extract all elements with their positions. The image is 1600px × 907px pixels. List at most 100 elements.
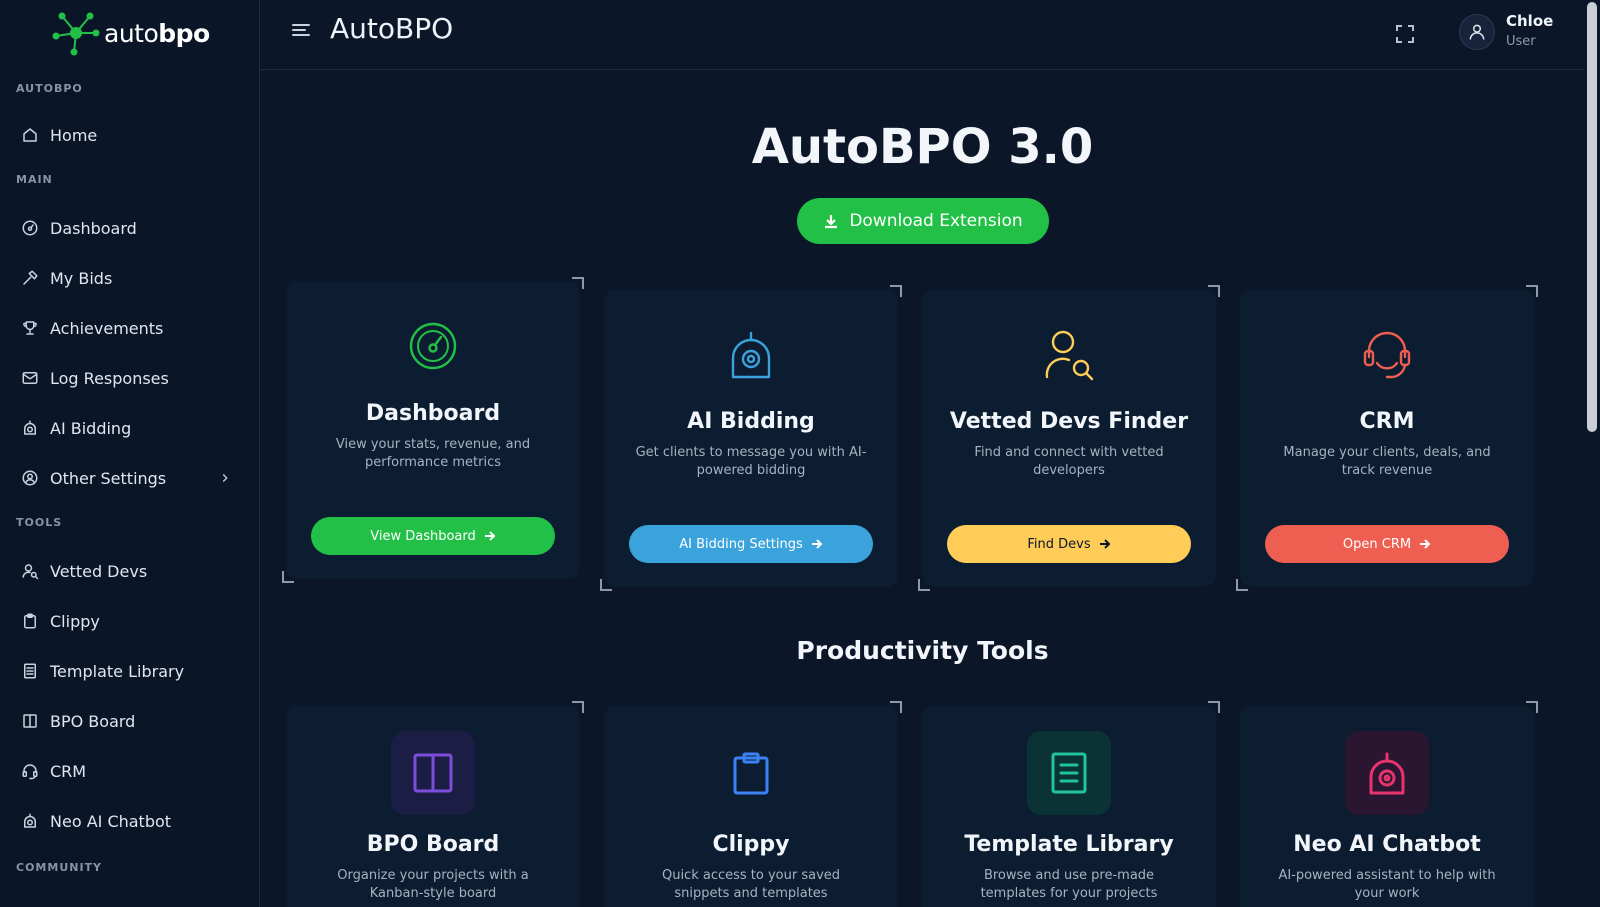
document-icon <box>20 661 40 681</box>
user-search-icon <box>922 327 1216 383</box>
sidebar-item-bpo-board[interactable]: BPO Board <box>8 701 248 741</box>
page-title: AutoBPO <box>330 12 454 45</box>
card-description: Get clients to message you with AI-power… <box>635 445 867 478</box>
card-description: View your stats, revenue, and performanc… <box>335 437 531 470</box>
download-extension-button[interactable]: Download Extension <box>797 198 1049 244</box>
sidebar-item-label: Template Library <box>50 661 185 681</box>
sidebar-item-achievements[interactable]: Achievements <box>8 308 248 348</box>
robot-icon <box>604 327 898 383</box>
card-title: AI Bidding <box>687 409 815 434</box>
columns-icon <box>391 731 475 815</box>
columns-icon <box>20 711 40 731</box>
card-title: CRM <box>1359 409 1415 434</box>
tool-card-bpo-board[interactable]: BPO Board Organize your projects with a … <box>286 701 584 907</box>
mail-check-icon <box>20 368 40 388</box>
network-logo-icon <box>52 12 100 56</box>
section-label-tools: TOOLS <box>16 516 63 529</box>
headset-icon <box>1240 327 1534 383</box>
sidebar-item-dashboard[interactable]: Dashboard <box>8 208 248 248</box>
trophy-icon <box>20 318 40 338</box>
productivity-tools-heading: Productivity Tools <box>796 636 1049 665</box>
sidebar-item-template-library[interactable]: Template Library <box>8 651 248 691</box>
sidebar-item-my-bids[interactable]: My Bids <box>8 258 248 298</box>
hammer-icon <box>20 268 40 288</box>
sidebar-item-crm[interactable]: CRM <box>8 751 248 791</box>
sidebar-item-neo-ai-chatbot[interactable]: Neo AI Chatbot <box>8 801 248 841</box>
clipboard-icon <box>709 731 793 815</box>
feature-card-ai-bidding: AI Bidding Get clients to message you wi… <box>600 285 902 591</box>
home-icon <box>20 125 40 145</box>
card-description: Browse and use pre-made templates for yo… <box>980 868 1158 901</box>
card-title: Vetted Devs Finder <box>949 409 1189 434</box>
clipboard-icon <box>20 611 40 631</box>
hero-title: AutoBPO 3.0 <box>751 119 1094 175</box>
card-title: Neo AI Chatbot <box>1293 832 1481 857</box>
sidebar-item-log-responses[interactable]: Log Responses <box>8 358 248 398</box>
card-title: BPO Board <box>366 832 500 857</box>
headset-icon <box>20 761 40 781</box>
logo-text: autobpo <box>104 18 210 48</box>
sidebar-item-label: Clippy <box>50 611 100 631</box>
brand-logo[interactable]: autobpo <box>50 8 210 58</box>
sidebar-item-ai-bidding[interactable]: AI Bidding <box>8 408 248 448</box>
card-description: Quick access to your saved snippets and … <box>661 868 841 901</box>
tool-card-template-library[interactable]: Template Library Browse and use pre-made… <box>922 701 1220 907</box>
card-description: AI-powered assistant to help with your w… <box>1278 868 1496 901</box>
download-extension-label: Download Extension <box>849 211 1023 231</box>
card-description: Manage your clients, deals, and track re… <box>1283 445 1491 478</box>
scrollbar[interactable] <box>1584 0 1600 907</box>
sidebar-item-label: Vetted Devs <box>50 561 148 581</box>
section-label-main: MAIN <box>16 173 53 186</box>
sidebar-item-clippy[interactable]: Clippy <box>8 601 248 641</box>
button-label: View Dashboard <box>370 528 476 544</box>
scrollbar-thumb[interactable] <box>1587 2 1597 432</box>
download-icon <box>825 215 838 229</box>
sidebar-item-label: AI Bidding <box>50 418 132 438</box>
sidebar-item-label: My Bids <box>50 268 113 288</box>
arrow-right-icon <box>811 539 823 549</box>
button-label: Find Devs <box>1027 536 1091 552</box>
tool-card-neo-ai-chatbot[interactable]: Neo AI Chatbot AI-powered assistant to h… <box>1240 701 1538 907</box>
menu-toggle-icon[interactable] <box>290 19 312 41</box>
tool-card-clippy[interactable]: Clippy Quick access to your saved snippe… <box>604 701 902 907</box>
sidebar-item-home[interactable]: Home <box>8 115 248 155</box>
robot-icon <box>20 418 40 438</box>
open-crm-button[interactable]: Open CRM <box>1265 525 1509 563</box>
robot-icon <box>20 811 40 831</box>
section-label-community: COMMUNITY <box>16 861 103 874</box>
sidebar-item-label: Other Settings <box>50 468 167 488</box>
user-name[interactable]: Chloe <box>1506 12 1553 30</box>
card-title: Clippy <box>712 832 790 857</box>
button-label: AI Bidding Settings <box>679 536 803 552</box>
button-label: Open CRM <box>1342 536 1412 552</box>
sidebar-item-label: BPO Board <box>50 711 136 731</box>
sidebar-item-label: CRM <box>50 761 87 781</box>
sidebar-item-label: Log Responses <box>50 368 169 388</box>
main-content: AutoBPO 3.0 Download Extension Dashboard… <box>261 71 1584 907</box>
sidebar-item-label: Dashboard <box>50 218 137 238</box>
view-dashboard-button[interactable]: View Dashboard <box>311 517 555 555</box>
sidebar-item-label: Achievements <box>50 318 164 338</box>
card-title: Template Library <box>964 832 1174 857</box>
user-icon <box>1469 24 1485 40</box>
sidebar-item-vetted-devs[interactable]: Vetted Devs <box>8 551 248 591</box>
user-circle-icon <box>20 468 40 488</box>
feature-card-dashboard: Dashboard View your stats, revenue, and … <box>282 277 584 583</box>
card-title: Dashboard <box>365 401 501 426</box>
card-description: Find and connect with vetted developers <box>974 445 1164 478</box>
section-label-autobpo: AUTOBPO <box>16 82 83 95</box>
document-icon <box>1027 731 1111 815</box>
feature-card-vetted-devs-finder: Vetted Devs Finder Find and connect with… <box>918 285 1220 591</box>
ai-bidding-settings-button[interactable]: AI Bidding Settings <box>629 525 873 563</box>
user-search-icon <box>20 561 40 581</box>
find-devs-button[interactable]: Find Devs <box>947 525 1191 563</box>
arrow-right-icon <box>484 531 496 541</box>
user-role: User <box>1506 34 1536 49</box>
sidebar-item-label: Home <box>50 125 98 145</box>
arrow-right-icon <box>1099 539 1111 549</box>
sidebar-item-other-settings[interactable]: Other Settings <box>8 458 248 498</box>
fullscreen-icon[interactable] <box>1395 24 1415 44</box>
chevron-right-icon <box>218 470 232 484</box>
avatar[interactable] <box>1459 14 1495 50</box>
feature-card-crm: CRM Manage your clients, deals, and trac… <box>1236 285 1538 591</box>
